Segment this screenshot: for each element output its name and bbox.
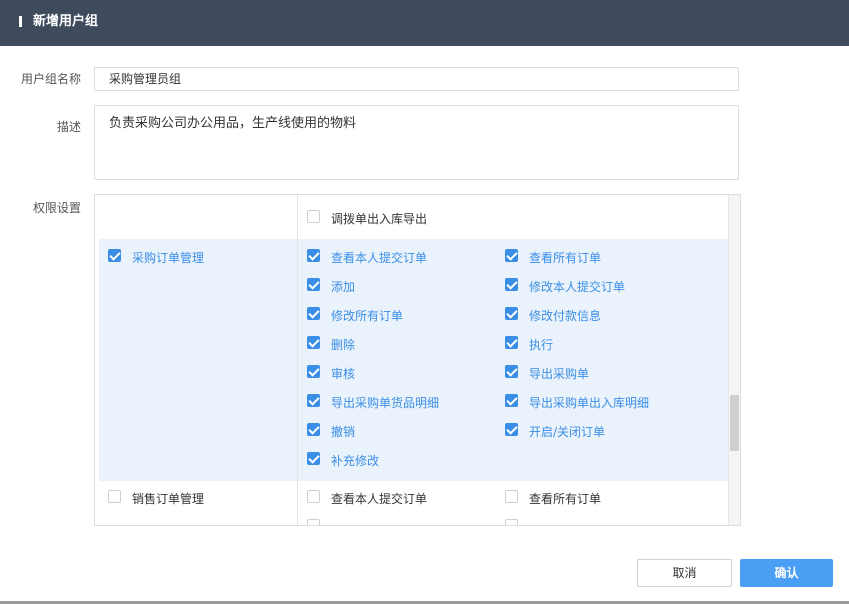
option-view-all-orders: 查看所有订单 <box>529 251 602 265</box>
option-revoke: 撤销 <box>331 425 356 439</box>
checkbox-sales-view-all[interactable] <box>505 490 518 503</box>
group-name-input[interactable]: 采购管理员组 <box>94 67 739 91</box>
option-delete: 删除 <box>331 338 356 352</box>
dialog-header: 新增用户组 <box>0 0 849 46</box>
checkbox-edit-all-orders[interactable] <box>307 307 320 320</box>
checkbox-revoke[interactable] <box>307 423 320 436</box>
description-label: 描述 <box>56 120 81 134</box>
checkbox-execute[interactable] <box>505 336 518 349</box>
option-supplement-edit: 补充修改 <box>331 454 380 468</box>
option-edit-own-orders: 修改本人提交订单 <box>529 280 626 294</box>
option-export-po: 导出采购单 <box>529 367 590 381</box>
checkbox-transfer-export[interactable] <box>307 210 320 223</box>
permission-scrollbar[interactable] <box>728 195 740 525</box>
option-transfer-export: 调拨单出入库导出 <box>331 212 428 226</box>
checkbox-edit-own-orders[interactable] <box>505 278 518 291</box>
option-sales-view-own: 查看本人提交订单 <box>331 492 428 506</box>
checkbox-sales-next-row-right[interactable] <box>505 519 518 525</box>
option-edit-all-orders: 修改所有订单 <box>331 309 404 323</box>
checkbox-export-po-items[interactable] <box>307 394 320 407</box>
checkbox-sales-view-own[interactable] <box>307 490 320 503</box>
column-divider <box>297 195 298 525</box>
permission-label: 权限设置 <box>32 201 81 215</box>
checkbox-export-po[interactable] <box>505 365 518 378</box>
checkbox-open-close-order[interactable] <box>505 423 518 436</box>
dialog-title: 新增用户组 <box>33 14 99 29</box>
option-view-own-orders: 查看本人提交订单 <box>331 251 428 265</box>
option-sales-view-all: 查看所有订单 <box>529 492 602 506</box>
group-name-label: 用户组名称 <box>20 72 81 86</box>
checkbox-review[interactable] <box>307 365 320 378</box>
scrollbar-thumb[interactable] <box>730 395 739 451</box>
option-add: 添加 <box>331 280 356 294</box>
checkbox-delete[interactable] <box>307 336 320 349</box>
group-purchase-order: 采购订单管理 <box>132 251 205 265</box>
checkbox-purchase-group[interactable] <box>108 249 121 262</box>
checkbox-sales-group[interactable] <box>108 490 121 503</box>
cancel-button[interactable]: 取消 <box>637 559 732 587</box>
group-sales-order: 销售订单管理 <box>132 492 205 506</box>
option-open-close-order: 开启/关闭订单 <box>529 425 606 439</box>
option-execute: 执行 <box>529 338 554 352</box>
checkbox-export-po-stock[interactable] <box>505 394 518 407</box>
option-export-po-items: 导出采购单货品明细 <box>331 396 440 410</box>
checkbox-add[interactable] <box>307 278 320 291</box>
checkbox-sales-next-row-left[interactable] <box>307 519 320 525</box>
checkbox-view-all-orders[interactable] <box>505 249 518 262</box>
permission-panel: 调拨单出入库导出 采购订单管理 查看本人提交订单 查看所有订单 添加 修改本人提… <box>94 194 741 526</box>
description-textarea[interactable]: 负责采购公司办公用品，生产线使用的物料 <box>94 105 739 180</box>
checkbox-supplement-edit[interactable] <box>307 452 320 465</box>
checkbox-view-own-orders[interactable] <box>307 249 320 262</box>
option-export-po-stock: 导出采购单出入库明细 <box>529 396 650 410</box>
confirm-button[interactable]: 确认 <box>740 559 833 587</box>
title-bar-accent <box>19 16 22 27</box>
option-review: 审核 <box>331 367 356 381</box>
checkbox-edit-payment[interactable] <box>505 307 518 320</box>
purchase-group-highlight <box>99 239 728 481</box>
option-edit-payment: 修改付款信息 <box>529 309 602 323</box>
